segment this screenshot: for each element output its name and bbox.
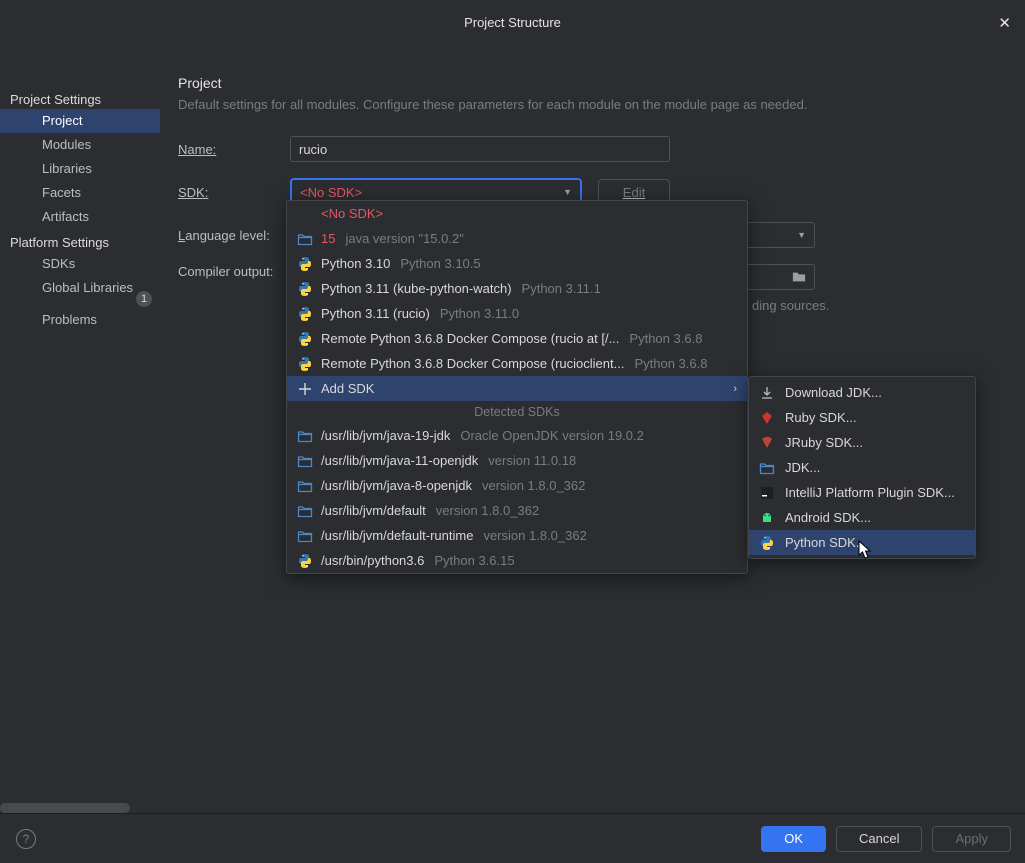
- bottom-bar: ? OK Cancel Apply: [0, 813, 1025, 863]
- help-icon[interactable]: ?: [16, 829, 36, 849]
- detected-sdk-option[interactable]: /usr/lib/jvm/defaultversion 1.8.0_362: [287, 498, 747, 523]
- close-icon[interactable]: ✕: [998, 14, 1011, 32]
- detected-sdk-option[interactable]: /usr/lib/jvm/java-19-jdkOracle OpenJDK v…: [287, 423, 747, 448]
- chevron-right-icon: ›: [733, 383, 737, 395]
- sidebar-heading-platform-settings: Platform Settings: [0, 233, 160, 252]
- chevron-down-icon: ▼: [563, 187, 572, 197]
- folder-icon: [297, 503, 313, 519]
- sdk-option-no-sdk[interactable]: <No SDK>: [287, 201, 747, 226]
- sdk-option[interactable]: Python 3.10Python 3.10.5: [287, 251, 747, 276]
- detected-sdk-option[interactable]: /usr/bin/python3.6Python 3.6.15: [287, 548, 747, 573]
- detected-sdk-option[interactable]: /usr/lib/jvm/java-8-openjdkversion 1.8.0…: [287, 473, 747, 498]
- compiler-output-label: Compiler output:: [178, 264, 290, 279]
- title-bar: Project Structure ✕: [0, 0, 1025, 45]
- sdk-option[interactable]: Remote Python 3.6.8 Docker Compose (ruci…: [287, 326, 747, 351]
- python-icon: [297, 553, 313, 569]
- folder-icon: [792, 270, 806, 284]
- detected-sdk-option[interactable]: /usr/lib/jvm/java-11-openjdkversion 11.0…: [287, 448, 747, 473]
- sidebar-item-label: Problems: [42, 312, 97, 327]
- python-icon: [297, 256, 313, 272]
- download-icon: [759, 385, 775, 401]
- add-sdk-option-ruby-sdk[interactable]: Ruby SDK...: [749, 405, 975, 430]
- sidebar-item-libraries[interactable]: Libraries: [0, 157, 160, 181]
- ok-button[interactable]: OK: [761, 826, 826, 852]
- dialog-title: Project Structure: [464, 15, 561, 30]
- sidebar-scrollbar[interactable]: [0, 803, 130, 813]
- folder-icon: [297, 231, 313, 247]
- cancel-button[interactable]: Cancel: [836, 826, 922, 852]
- folder-icon: [297, 478, 313, 494]
- add-sdk-option-jdk[interactable]: JDK...: [749, 455, 975, 480]
- sdk-option[interactable]: Remote Python 3.6.8 Docker Compose (ruci…: [287, 351, 747, 376]
- sidebar-item-sdks[interactable]: SDKs: [0, 252, 160, 276]
- folder-icon: [297, 453, 313, 469]
- add-sdk-item[interactable]: Add SDK ›: [287, 376, 747, 401]
- sidebar-item-project[interactable]: Project: [0, 109, 160, 133]
- add-sdk-option-download-jdk[interactable]: Download JDK...: [749, 380, 975, 405]
- sdk-option[interactable]: Python 3.11 (kube-python-watch)Python 3.…: [287, 276, 747, 301]
- detected-sdks-header: Detected SDKs: [287, 401, 747, 423]
- add-sdk-option-jruby-sdk[interactable]: JRuby SDK...: [749, 430, 975, 455]
- sidebar-item-artifacts[interactable]: Artifacts: [0, 205, 160, 229]
- python-icon: [297, 356, 313, 372]
- sdk-label: SDK:: [178, 185, 290, 200]
- sidebar-item-modules[interactable]: Modules: [0, 133, 160, 157]
- ruby-icon: [759, 410, 775, 426]
- add-sdk-submenu[interactable]: Download JDK...Ruby SDK...JRuby SDK...JD…: [748, 376, 976, 559]
- folder-icon: [297, 528, 313, 544]
- detected-sdk-option[interactable]: /usr/lib/jvm/default-runtimeversion 1.8.…: [287, 523, 747, 548]
- add-sdk-option-android-sdk[interactable]: Android SDK...: [749, 505, 975, 530]
- folder-icon: [759, 460, 775, 476]
- sdk-option[interactable]: 15java version "15.0.2": [287, 226, 747, 251]
- language-level-label: Language level:: [178, 228, 290, 243]
- page-subtitle: Default settings for all modules. Config…: [178, 97, 1005, 112]
- sdk-dropdown[interactable]: <No SDK> 15java version "15.0.2"Python 3…: [286, 200, 748, 574]
- apply-button[interactable]: Apply: [932, 826, 1011, 852]
- page-title: Project: [178, 75, 1005, 91]
- sidebar-heading-project-settings: Project Settings: [0, 90, 160, 109]
- problems-badge: 1: [136, 291, 152, 307]
- folder-icon: [297, 428, 313, 444]
- project-name-input[interactable]: [290, 136, 670, 162]
- sidebar-item-problems[interactable]: Problems: [0, 310, 160, 329]
- sdk-select-value: <No SDK>: [300, 185, 362, 200]
- intellij-icon: [759, 485, 775, 501]
- sidebar-item-facets[interactable]: Facets: [0, 181, 160, 205]
- python-icon: [297, 306, 313, 322]
- android-icon: [759, 510, 775, 526]
- python-icon: [759, 535, 775, 551]
- add-sdk-option-intellij-platform-plugin-sdk[interactable]: IntelliJ Platform Plugin SDK...: [749, 480, 975, 505]
- sidebar: Project Settings ProjectModulesLibraries…: [0, 45, 160, 813]
- jruby-icon: [759, 435, 775, 451]
- python-icon: [297, 331, 313, 347]
- sdk-option[interactable]: Python 3.11 (rucio)Python 3.11.0: [287, 301, 747, 326]
- name-label: Name:: [178, 142, 290, 157]
- plus-icon: [297, 381, 313, 397]
- python-icon: [297, 281, 313, 297]
- add-sdk-option-python-sdk[interactable]: Python SDK...: [749, 530, 975, 555]
- chevron-down-icon: ▼: [797, 230, 806, 240]
